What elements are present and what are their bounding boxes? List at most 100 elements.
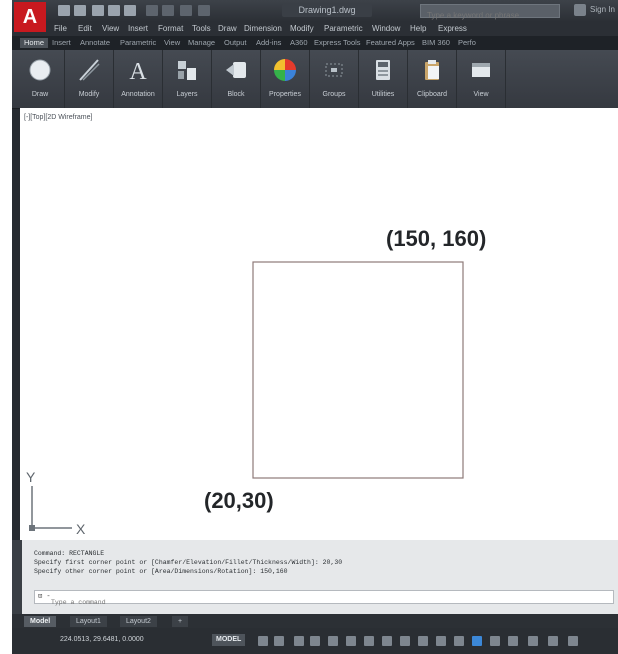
panel-layers-label: Layers (176, 91, 198, 98)
modify-icon (79, 59, 100, 81)
menu-help[interactable]: Help (410, 24, 426, 34)
tab-model[interactable]: Model (24, 616, 57, 627)
panel-modify[interactable]: Modify (65, 50, 114, 108)
panel-block[interactable]: Block (212, 50, 261, 108)
document-title: Drawing1.dwg (282, 4, 372, 17)
menu-draw[interactable]: Draw (218, 24, 237, 34)
customization-icon[interactable] (568, 636, 578, 646)
panel-properties[interactable]: Properties (261, 50, 310, 108)
view-icon (472, 63, 490, 77)
panel-annotation[interactable]: A Annotation (114, 50, 163, 108)
menu-dimension[interactable]: Dimension (244, 24, 282, 34)
infer-constraints-icon[interactable] (294, 636, 304, 646)
tab-parametric[interactable]: Parametric (120, 38, 156, 48)
menu-edit[interactable]: Edit (78, 24, 92, 34)
model-space-button[interactable]: MODEL (212, 634, 246, 646)
redo-icon[interactable] (162, 5, 174, 16)
open-file-icon[interactable] (74, 5, 86, 16)
command-input[interactable] (35, 596, 613, 609)
autocad-window: A Drawing1.dwg Sign In File Edit View In… (12, 0, 618, 654)
new-layout-tab[interactable]: + (172, 616, 189, 627)
tab-bim-360[interactable]: BIM 360 (422, 38, 450, 48)
tab-add-ins[interactable]: Add-ins (256, 38, 281, 48)
layers-icon (178, 61, 196, 80)
share-icon[interactable] (180, 5, 192, 16)
polar-tracking-icon[interactable] (346, 636, 356, 646)
workspace-dropdown-icon[interactable] (198, 5, 210, 16)
application-menu-button[interactable]: A (14, 2, 46, 32)
clipboard-icon (425, 60, 439, 80)
panel-clipboard[interactable]: Clipboard (408, 50, 457, 108)
ribbon: Draw Modify A Annotation Layers Block Pr… (12, 50, 618, 109)
panel-view[interactable]: View (457, 50, 506, 108)
annotation-visibility-icon[interactable] (472, 636, 482, 646)
panel-utilities-label: Utilities (371, 91, 395, 98)
dynamic-input-icon[interactable] (310, 636, 320, 646)
tab-layout1[interactable]: Layout1 (70, 616, 107, 627)
isolate-objects-icon[interactable] (528, 636, 538, 646)
panel-layers[interactable]: Layers (163, 50, 212, 108)
workspace-switching-icon[interactable] (508, 636, 518, 646)
save-icon[interactable] (92, 5, 104, 16)
menu-view[interactable]: View (102, 24, 119, 34)
rectangle-shape[interactable] (252, 261, 464, 479)
tab-insert[interactable]: Insert (52, 38, 71, 48)
grid-icon[interactable] (258, 636, 268, 646)
tab-layout2[interactable]: Layout2 (120, 616, 157, 627)
user-icon[interactable] (574, 4, 586, 16)
snap-icon[interactable] (274, 636, 284, 646)
panel-groups[interactable]: Groups (310, 50, 359, 108)
search-input[interactable] (421, 9, 559, 22)
tab-express-tools[interactable]: Express Tools (314, 38, 361, 48)
transparency-icon[interactable] (436, 636, 446, 646)
tab-view[interactable]: View (164, 38, 180, 48)
menu-express[interactable]: Express (438, 24, 467, 34)
tab-featured-apps[interactable]: Featured Apps (366, 38, 415, 48)
object-snap-tracking-icon[interactable] (382, 636, 392, 646)
tab-manage[interactable]: Manage (188, 38, 215, 48)
object-snap-icon[interactable] (400, 636, 410, 646)
ortho-icon[interactable] (328, 636, 338, 646)
title-bar: A Drawing1.dwg Sign In (12, 0, 618, 32)
menu-modify[interactable]: Modify (290, 24, 314, 34)
status-bar: 224.0513, 29.6481, 0.0000 MODEL (12, 628, 618, 654)
menu-parametric[interactable]: Parametric (324, 24, 363, 34)
command-history-line: Specify other corner point or [Area/Dime… (34, 568, 288, 575)
command-window-handle[interactable] (12, 540, 22, 614)
annotation-scale-icon[interactable] (490, 636, 500, 646)
lineweight-icon[interactable] (418, 636, 428, 646)
plot-icon[interactable] (124, 5, 136, 16)
command-line[interactable] (34, 590, 614, 609)
layout-tabs: Model Layout1 Layout2 + (12, 614, 618, 628)
panel-modify-label: Modify (78, 91, 100, 98)
undo-icon[interactable] (146, 5, 158, 16)
tab-a360[interactable]: A360 (290, 38, 308, 48)
menu-tools[interactable]: Tools (192, 24, 211, 34)
menu-file[interactable]: File (54, 24, 67, 34)
panel-clipboard-label: Clipboard (417, 91, 447, 98)
hardware-acceleration-icon[interactable] (548, 636, 558, 646)
new-file-icon[interactable] (58, 5, 70, 16)
tab-home[interactable]: Home (20, 38, 49, 48)
sign-in-link[interactable]: Sign In (590, 5, 615, 14)
drawing-canvas[interactable]: [-][Top][2D Wireframe] (150, 160) (20,30… (20, 108, 618, 540)
panel-draw-label: Draw (31, 91, 49, 98)
menu-format[interactable]: Format (158, 24, 183, 34)
panel-draw[interactable]: Draw (16, 50, 65, 108)
menu-insert[interactable]: Insert (128, 24, 148, 34)
command-history-line: Command: RECTANGLE (34, 550, 105, 557)
save-as-icon[interactable] (108, 5, 120, 16)
app-logo-letter: A (22, 6, 38, 28)
panel-block-label: Block (227, 91, 245, 98)
tab-output[interactable]: Output (224, 38, 247, 48)
command-window: Command: RECTANGLE Specify first corner … (12, 540, 618, 614)
tab-annotate[interactable]: Annotate (80, 38, 110, 48)
selection-cycling-icon[interactable] (454, 636, 464, 646)
menu-window[interactable]: Window (372, 24, 400, 34)
tab-performance[interactable]: Perfo (458, 38, 476, 48)
bottom-left-corner-label: (20,30) (204, 488, 274, 513)
isodraft-icon[interactable] (364, 636, 374, 646)
search-box[interactable] (420, 4, 560, 22)
top-right-corner-label: (150, 160) (386, 226, 487, 251)
panel-utilities[interactable]: Utilities (359, 50, 408, 108)
